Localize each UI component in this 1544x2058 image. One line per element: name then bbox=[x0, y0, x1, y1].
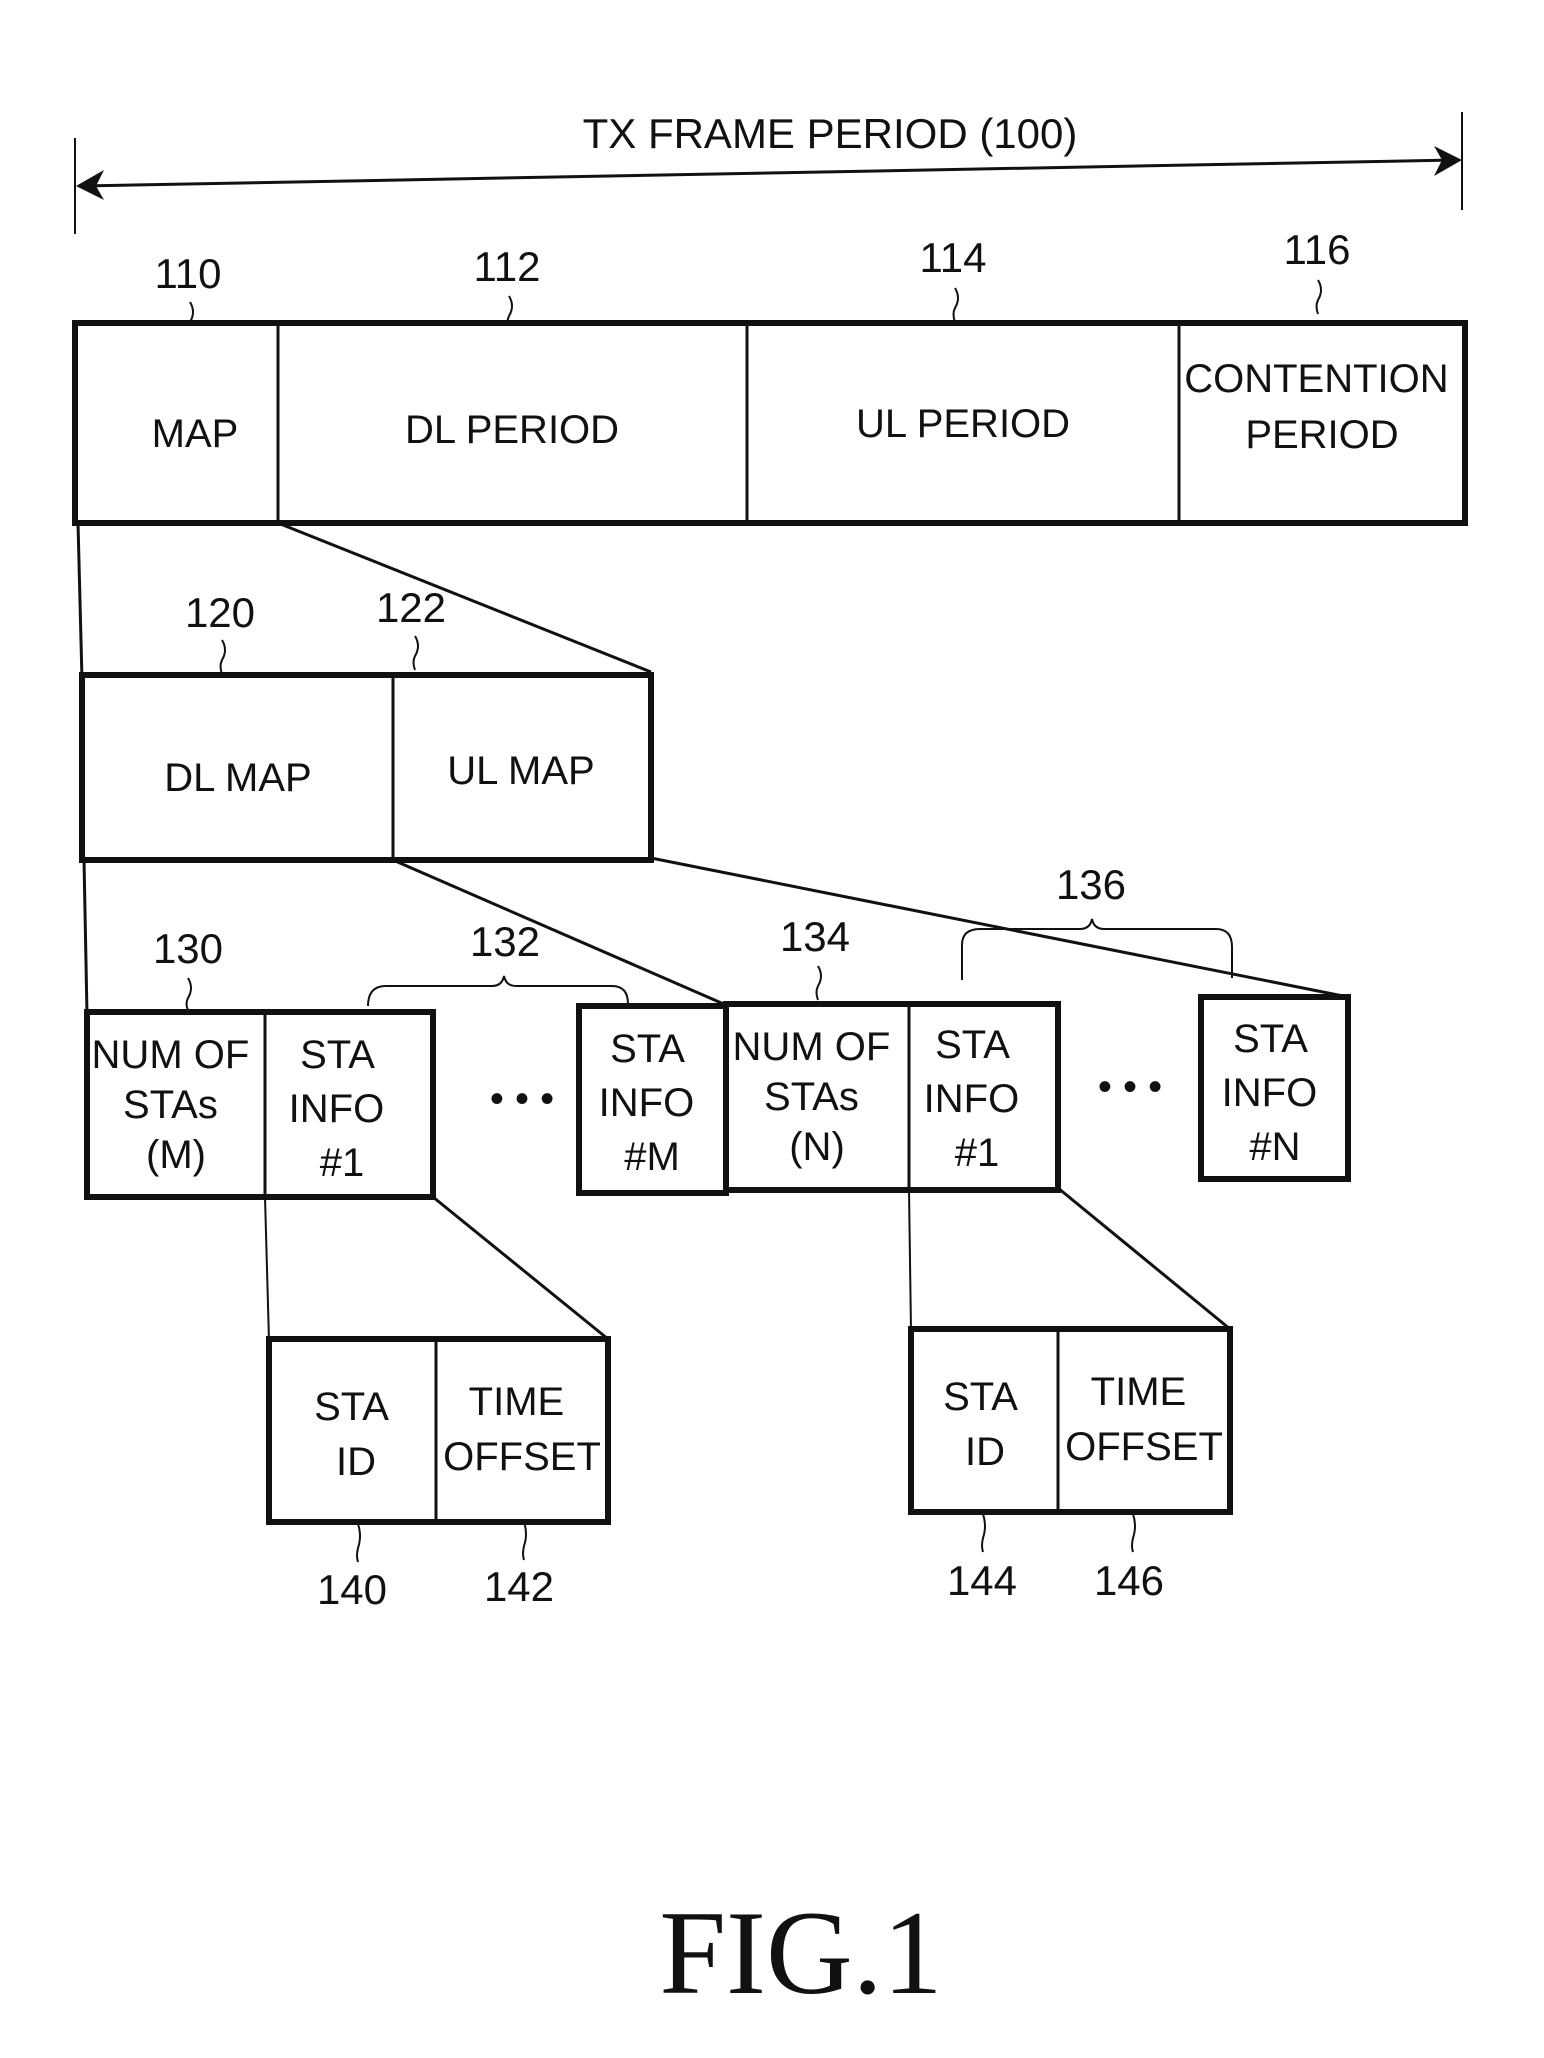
expand-line-map-left bbox=[76, 522, 84, 681]
expand-line-dlmap-left bbox=[82, 859, 89, 1015]
tx-frame: 110 112 114 116 MAP DL PERIOD UL PERIOD … bbox=[72, 226, 1468, 526]
leader-134 bbox=[815, 965, 822, 1001]
leader-146 bbox=[1131, 1513, 1136, 1553]
leader-122 bbox=[412, 635, 419, 671]
ref-132: 132 bbox=[470, 918, 540, 965]
ref-136: 136 bbox=[1056, 861, 1126, 908]
field-map: MAP bbox=[152, 412, 239, 456]
expand-line-map-right bbox=[277, 521, 652, 674]
expand-line-dl-sta-left bbox=[264, 1196, 270, 1342]
ref-130: 130 bbox=[153, 925, 223, 972]
ref-116: 116 bbox=[1284, 226, 1351, 273]
dl-sta-info-detail: STA ID TIME OFFSET 140 142 bbox=[266, 1336, 611, 1613]
expand-line-dl-sta-right bbox=[432, 1195, 609, 1341]
ref-144: 144 bbox=[947, 1557, 1017, 1604]
field-dl-map: DL MAP bbox=[164, 756, 311, 800]
figure-label: FIG.1 bbox=[659, 1886, 942, 2019]
ref-140: 140 bbox=[317, 1566, 387, 1613]
expand-line-ulmap-right bbox=[650, 856, 1349, 999]
map-detail: 120 122 DL MAP UL MAP bbox=[79, 584, 654, 863]
ul-sta-info-detail: STA ID TIME OFFSET 144 146 bbox=[908, 1326, 1233, 1604]
leader-116 bbox=[1315, 279, 1322, 315]
field-ul-map: UL MAP bbox=[447, 749, 594, 793]
ellipsis-ul: • • • bbox=[1098, 1065, 1162, 1109]
dimension-arrow-line bbox=[81, 158, 1456, 188]
ul-sta-info-box bbox=[908, 1326, 1233, 1515]
leader-144 bbox=[981, 1513, 986, 1553]
dl-sta-info-box bbox=[266, 1336, 611, 1525]
expand-line-ul-sta-right bbox=[1057, 1186, 1231, 1331]
ref-114: 114 bbox=[920, 234, 987, 281]
field-dl-period: DL PERIOD bbox=[405, 408, 619, 452]
ref-110: 110 bbox=[155, 250, 222, 297]
expand-line-dlmap-right bbox=[392, 858, 727, 1007]
leader-114 bbox=[952, 287, 959, 323]
leader-120 bbox=[219, 639, 226, 675]
dl-map-detail: 130 132 NUM OF STAs (M) STA INFO #1 • • … bbox=[84, 918, 729, 1200]
expand-line-ul-sta-left bbox=[908, 1189, 912, 1332]
ref-142: 142 bbox=[484, 1563, 554, 1610]
bracket-132 bbox=[367, 975, 629, 1007]
tx-frame-period-title: TX FRAME PERIOD (100) bbox=[583, 110, 1078, 157]
leader-130 bbox=[185, 977, 192, 1011]
leader-142 bbox=[522, 1521, 527, 1561]
tx-frame-period-dimension: TX FRAME PERIOD (100) bbox=[74, 110, 1463, 234]
ref-134: 134 bbox=[780, 913, 850, 960]
ref-120: 120 bbox=[185, 589, 255, 636]
ref-122: 122 bbox=[376, 584, 446, 631]
ellipsis-dl: • • • bbox=[490, 1077, 554, 1121]
ref-146: 146 bbox=[1094, 1557, 1164, 1604]
ref-112: 112 bbox=[474, 243, 541, 290]
leader-140 bbox=[356, 1523, 361, 1563]
bracket-136 bbox=[961, 918, 1233, 980]
ul-map-detail: 134 136 NUM OF STAs (N) STA INFO #1 • • … bbox=[723, 861, 1351, 1193]
field-ul-period: UL PERIOD bbox=[856, 402, 1070, 446]
frame-structure-diagram: TX FRAME PERIOD (100) 110 112 114 116 MA… bbox=[72, 110, 1468, 2019]
